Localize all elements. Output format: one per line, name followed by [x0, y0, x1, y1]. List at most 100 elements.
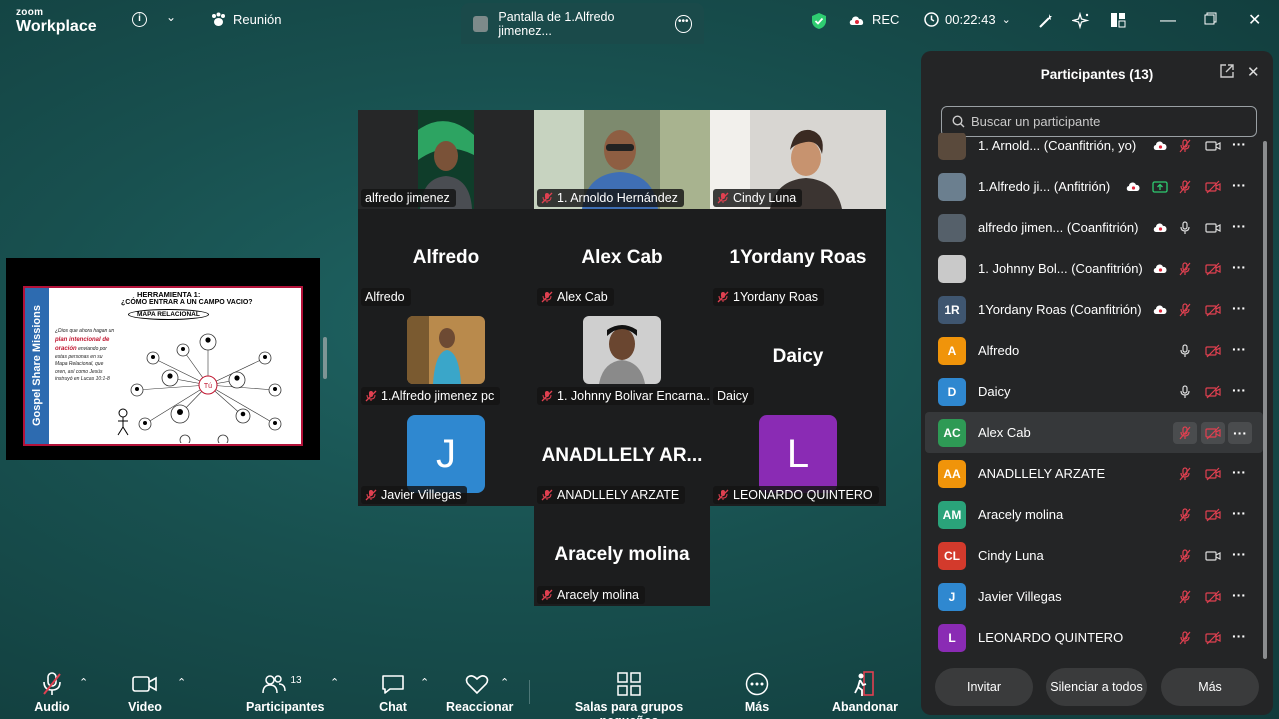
search-input[interactable]	[971, 114, 1251, 129]
restore-icon[interactable]	[1204, 12, 1217, 30]
leave-label: Abandonar	[832, 700, 898, 714]
tile-name-label: alfredo jimenez	[361, 189, 456, 207]
participant-row[interactable]: D Daicy ···	[925, 371, 1263, 412]
video-tile-anadllely-arzate[interactable]: ANADLLELY AR... ANADLLELY ARZATE	[534, 407, 710, 506]
pop-out-icon[interactable]	[1220, 64, 1234, 82]
more-options-icon[interactable]: ···	[1232, 342, 1248, 359]
participant-row[interactable]: AC Alex Cab ···	[925, 412, 1263, 453]
participant-row[interactable]: 1. Johnny Bol... (Coanfitrión) ···	[925, 248, 1263, 289]
mute-toggle-button[interactable]	[1173, 421, 1197, 444]
react-button[interactable]: Reaccionar	[446, 670, 513, 714]
leave-door-icon	[832, 670, 896, 698]
meeting-info-button[interactable]: i	[132, 12, 147, 27]
video-off-icon	[1205, 590, 1221, 603]
more-options-icon[interactable]: ···	[1232, 465, 1248, 482]
video-tile-yordany-roas[interactable]: 1Yordany Roas 1Yordany Roas	[710, 209, 886, 308]
more-options-icon[interactable]: ···	[1232, 219, 1248, 236]
shared-screen-thumbnail[interactable]: Gospel Share Missions HERRAMIENTA 1: ¿CÓ…	[6, 258, 320, 460]
participant-name: Aracely molina	[978, 507, 1064, 522]
more-options-icon[interactable]: •••	[674, 14, 692, 33]
close-icon[interactable]: ✕	[1248, 10, 1261, 30]
mute-all-button[interactable]: Silenciar a todos	[1046, 668, 1147, 706]
video-tile-daicy[interactable]: Daicy Daicy	[710, 308, 886, 407]
more-options-icon[interactable]: ···	[1232, 260, 1248, 277]
video-tile-alex-cab[interactable]: Alex Cab Alex Cab	[534, 209, 710, 308]
more-options-icon[interactable]: ···	[1232, 506, 1248, 523]
participant-row[interactable]: J Javier Villegas ···	[925, 576, 1263, 617]
participant-list: 1. Arnold... (Coanfitrión, yo) ··· 1.Alf…	[921, 133, 1263, 663]
participant-name: Daicy	[978, 384, 1011, 399]
tile-display-name: ANADLLELY AR...	[541, 445, 703, 466]
video-tile-leonardo-quintero[interactable]: L LEONARDO QUINTERO	[710, 407, 886, 506]
video-tile-aracely-molina[interactable]: Aracely molina Aracely molina	[534, 506, 710, 606]
video-tile-alfredo-jimenez-pc[interactable]: 1.Alfredo jimenez pc	[358, 308, 534, 407]
breakout-rooms-button[interactable]: Salas para grupos pequeños	[550, 670, 708, 719]
avatar	[938, 133, 966, 160]
participant-row[interactable]: AA ANADLLELY ARZATE ···	[925, 453, 1263, 494]
more-options-icon[interactable]: ···	[1228, 421, 1252, 444]
participant-row[interactable]: AM Aracely molina ···	[925, 494, 1263, 535]
audio-options-caret[interactable]: ⌃	[79, 676, 88, 689]
participant-list-scrollbar[interactable]	[1263, 141, 1267, 659]
toolbar-divider	[529, 680, 530, 704]
security-shield-icon[interactable]	[811, 12, 827, 30]
video-tile-alfredo-jimenez[interactable]: alfredo jimenez	[358, 110, 534, 209]
leave-button[interactable]: Abandonar	[832, 670, 898, 714]
participant-row[interactable]: A Alfredo ···	[925, 330, 1263, 371]
view-layout-icon[interactable]	[1110, 12, 1126, 28]
invite-button[interactable]: Invitar	[935, 668, 1033, 706]
video-off-icon	[1205, 426, 1221, 439]
muted-mic-icon	[1179, 589, 1191, 603]
panel-more-button[interactable]: Más	[1161, 668, 1259, 706]
more-options-icon[interactable]: ···	[1232, 301, 1248, 318]
participant-row[interactable]: 1.Alfredo ji... (Anfitrión) ···	[925, 166, 1263, 207]
video-tile-johnny-bolivar[interactable]: 1. Johnny Bolivar Encarna...	[534, 308, 710, 407]
close-panel-icon[interactable]: ✕	[1247, 63, 1260, 81]
participant-row[interactable]: CL Cindy Luna ···	[925, 535, 1263, 576]
annotate-icon[interactable]	[1037, 12, 1055, 30]
chevron-down-icon[interactable]: ⌄	[166, 10, 176, 24]
more-options-icon[interactable]: ···	[1232, 629, 1248, 646]
ai-companion-icon[interactable]	[1072, 12, 1090, 30]
breakout-rooms-icon	[550, 670, 708, 698]
slide-side-band: Gospel Share Missions	[25, 288, 49, 444]
audio-button[interactable]: Audio	[32, 670, 72, 714]
participant-row[interactable]: alfredo jimen... (Coanfitrión) ···	[925, 207, 1263, 248]
video-options-caret[interactable]: ⌃	[177, 676, 186, 689]
video-tile-alfredo[interactable]: Alfredo Alfredo	[358, 209, 534, 308]
participants-button[interactable]: 13 Participantes	[246, 670, 325, 715]
participants-count: 13	[290, 674, 302, 686]
more-options-icon[interactable]: ···	[1232, 588, 1248, 605]
avatar: L	[759, 415, 837, 493]
chat-options-caret[interactable]: ⌃	[420, 676, 429, 689]
recording-indicator[interactable]: REC	[848, 12, 899, 27]
more-options-icon[interactable]: ···	[1232, 547, 1248, 564]
meeting-label: Reunión	[233, 12, 282, 27]
split-drag-handle[interactable]	[323, 337, 327, 379]
more-options-icon[interactable]: ···	[1232, 383, 1248, 400]
participant-row[interactable]: 1R 1Yordany Roas (Coanfitrión) ···	[925, 289, 1263, 330]
video-tile-cindy-luna[interactable]: Cindy Luna	[710, 110, 886, 209]
muted-mic-icon	[717, 489, 729, 501]
share-tab[interactable]: Pantalla de 1.Alfredo jimenez... •••	[461, 3, 704, 44]
participant-row[interactable]: L LEONARDO QUINTERO ···	[925, 617, 1263, 658]
video-tile-javier-villegas[interactable]: J Javier Villegas	[358, 407, 534, 506]
stick-figure-icon	[117, 408, 129, 436]
more-options-icon[interactable]: ···	[1232, 137, 1248, 154]
tile-display-name: Daicy	[772, 346, 824, 367]
meeting-menu-button[interactable]: Reunión	[210, 12, 281, 27]
chat-button[interactable]: Chat	[378, 670, 408, 714]
video-button[interactable]: Video	[126, 670, 164, 714]
more-options-icon[interactable]: ···	[1232, 178, 1248, 195]
avatar	[938, 254, 966, 283]
react-options-caret[interactable]: ⌃	[500, 676, 509, 689]
avatar	[938, 172, 966, 201]
video-toggle-button[interactable]	[1201, 421, 1225, 444]
tile-display-name: 1Yordany Roas	[729, 247, 867, 268]
participant-row[interactable]: 1. Arnold... (Coanfitrión, yo) ···	[925, 133, 1263, 166]
minimize-icon[interactable]: —	[1160, 12, 1176, 30]
participants-options-caret[interactable]: ⌃	[330, 676, 339, 689]
more-button[interactable]: Más	[742, 670, 772, 714]
video-tile-arnoldo-hernandez[interactable]: 1. Arnoldo Hernández	[534, 110, 710, 209]
meeting-timer[interactable]: 00:22:43 ⌄	[924, 12, 1011, 27]
